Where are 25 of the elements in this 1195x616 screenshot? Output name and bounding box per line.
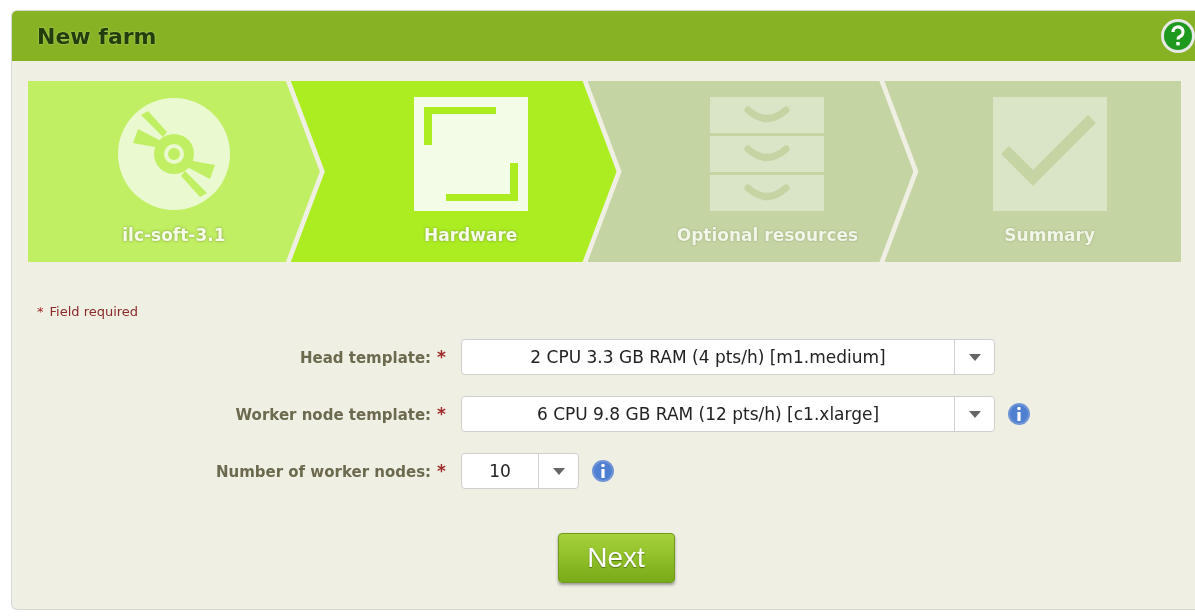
field-label: Number of worker nodes: xyxy=(215,463,432,481)
wizard-step[interactable]: ilc-soft-3.1 xyxy=(28,81,320,262)
field-label: Worker node template: xyxy=(235,406,432,424)
caret-icon xyxy=(968,410,981,418)
next-button[interactable]: Next xyxy=(557,533,675,583)
required-note: Field required xyxy=(49,304,139,319)
wizard-step[interactable]: Hardware xyxy=(290,81,617,262)
required-mark: * xyxy=(437,404,446,424)
dropdown[interactable]: 10 xyxy=(461,453,579,489)
disc-icon xyxy=(116,97,231,211)
required-mark: * xyxy=(437,347,446,367)
help-icon[interactable] xyxy=(1160,18,1195,54)
dropdown[interactable]: 6 CPU 9.8 GB RAM (12 pts/h) [c1.xlarge] xyxy=(461,396,995,432)
required-mark: * xyxy=(37,304,44,319)
caret-icon xyxy=(552,467,565,475)
frame-icon xyxy=(413,97,528,211)
panel-title: New farm xyxy=(37,23,157,49)
field-label: Head template: xyxy=(299,349,432,367)
info-icon[interactable] xyxy=(591,459,615,483)
checkmark-icon xyxy=(992,97,1107,211)
info-icon[interactable] xyxy=(1007,402,1031,426)
caret-icon xyxy=(968,353,981,361)
drawers-icon xyxy=(710,97,825,211)
required-mark: * xyxy=(437,461,446,481)
dropdown[interactable]: 2 CPU 3.3 GB RAM (4 pts/h) [m1.medium] xyxy=(461,339,995,375)
